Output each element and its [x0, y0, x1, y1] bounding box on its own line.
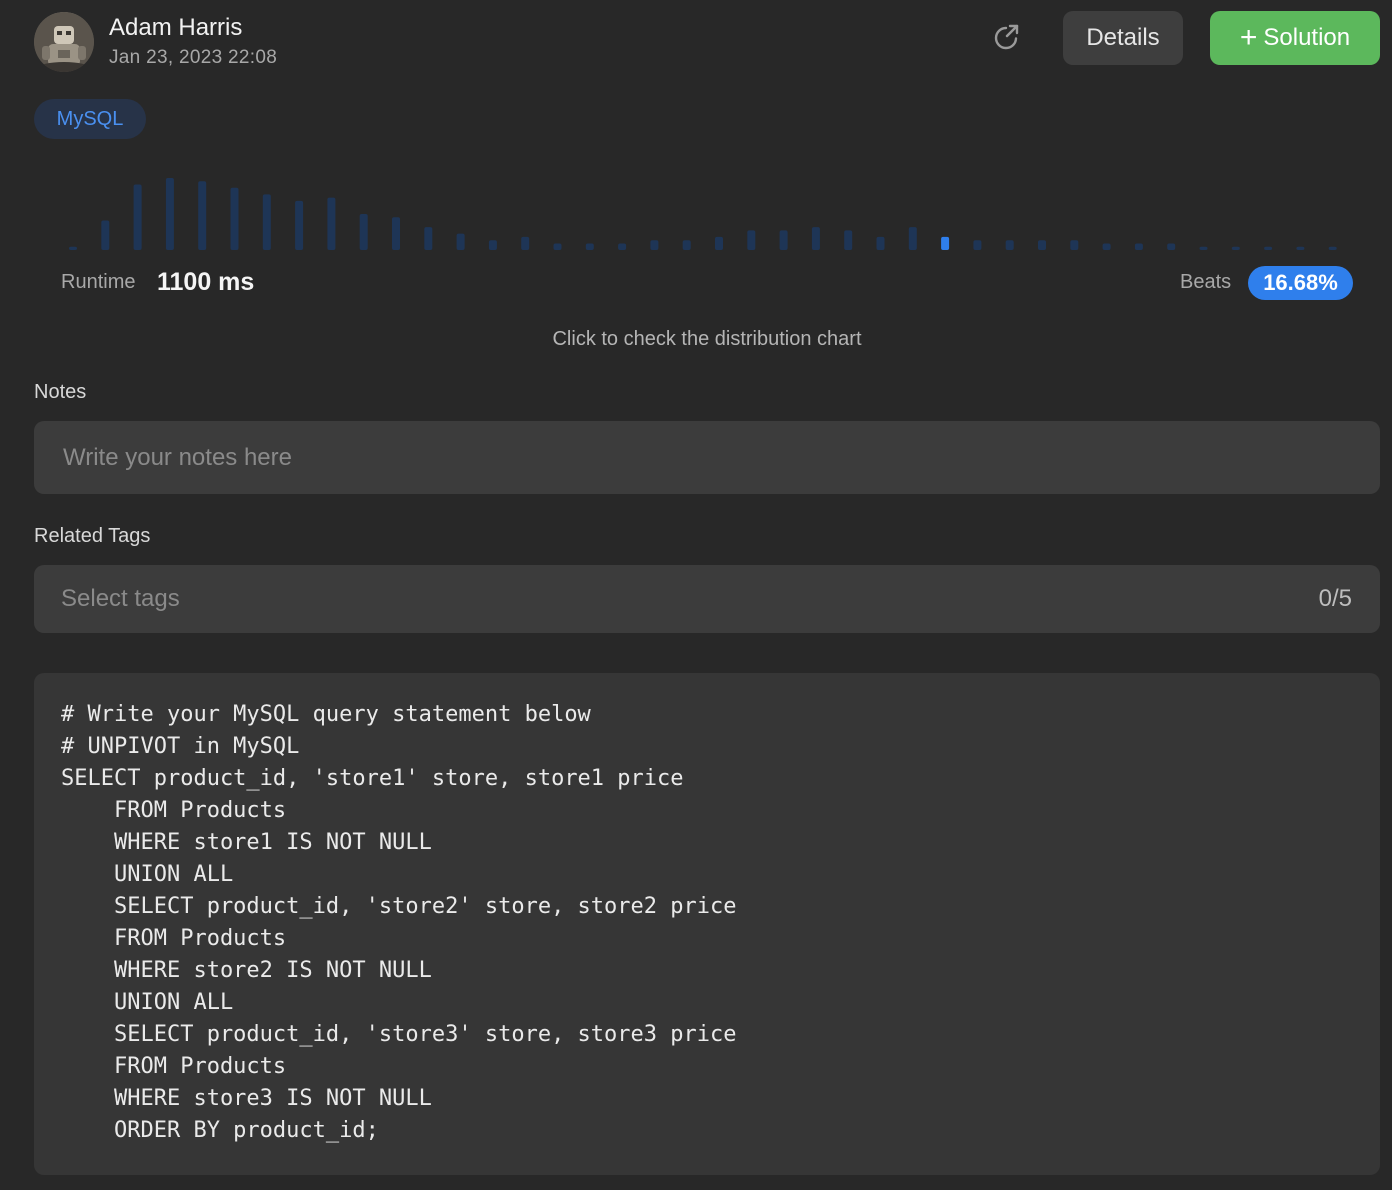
distribution-bar — [844, 230, 853, 250]
distribution-bar — [198, 181, 207, 250]
distribution-bar — [101, 220, 110, 250]
share-icon[interactable] — [992, 22, 1022, 52]
distribution-bar — [359, 214, 368, 250]
distribution-bar — [69, 246, 77, 250]
code-line: FROM Products — [61, 1054, 287, 1079]
distribution-bar — [1038, 240, 1046, 250]
distribution-bar — [1296, 246, 1305, 250]
code-line: SELECT product_id, 'store1' store, store… — [61, 766, 684, 791]
plus-icon: + — [1239, 21, 1258, 54]
notes-label: Notes — [34, 381, 87, 403]
user-name[interactable]: Adam Harris — [109, 14, 242, 42]
distribution-bar — [876, 236, 885, 250]
distribution-bar — [715, 236, 723, 250]
distribution-bar — [521, 236, 530, 250]
code-line: WHERE store3 IS NOT NULL — [61, 1086, 432, 1111]
distribution-bar — [1264, 246, 1273, 250]
runtime-label: Runtime — [61, 271, 136, 293]
distribution-bar — [456, 233, 465, 250]
distribution-bar — [1328, 246, 1337, 250]
details-button[interactable]: Details — [1063, 11, 1183, 65]
beats-percentage-badge: 16.68% — [1248, 266, 1353, 300]
distribution-bar — [165, 178, 174, 250]
distribution-bar — [424, 227, 433, 250]
distribution-bar — [1005, 240, 1014, 250]
distribution-bar — [618, 243, 627, 250]
runtime-value: 1100 ms — [157, 268, 255, 296]
distribution-bar — [585, 243, 594, 250]
code-line: SELECT product_id, 'store3' store, store… — [61, 1022, 737, 1047]
beats-label: Beats — [1180, 271, 1232, 293]
distribution-bar — [682, 240, 691, 250]
solution-button[interactable]: + Solution — [1210, 11, 1380, 65]
solution-button-label: Solution — [1263, 24, 1351, 51]
code-line: UNION ALL — [61, 862, 234, 887]
avatar[interactable] — [34, 12, 94, 72]
code-line: WHERE store2 IS NOT NULL — [61, 958, 432, 983]
distribution-bar — [1102, 243, 1111, 250]
tags-placeholder: Select tags — [61, 585, 180, 612]
distribution-bar — [1134, 243, 1143, 250]
distribution-bar — [1231, 246, 1240, 250]
distribution-bar — [488, 240, 497, 250]
avatar-image — [34, 12, 94, 72]
related-tags-label: Related Tags — [34, 525, 151, 547]
code-line: WHERE store1 IS NOT NULL — [61, 830, 432, 855]
distribution-bar — [973, 240, 982, 250]
code-line: UNION ALL — [61, 990, 234, 1015]
distribution-chart-hint[interactable]: Click to check the distribution chart — [34, 328, 1380, 351]
distribution-bar — [650, 240, 659, 250]
distribution-bar — [747, 230, 756, 250]
notes-input[interactable] — [34, 421, 1380, 494]
distribution-bar — [1167, 243, 1176, 250]
distribution-bar-current — [941, 236, 950, 250]
distribution-bar — [908, 227, 917, 250]
code-line: SELECT product_id, 'store2' store, store… — [61, 894, 737, 919]
distribution-bar — [779, 230, 788, 250]
distribution-bar — [1070, 240, 1079, 250]
code-line: # UNPIVOT in MySQL — [61, 734, 300, 759]
tags-count: 0/5 — [1318, 585, 1352, 612]
language-badge[interactable]: MySQL — [34, 99, 146, 139]
submission-header: Adam Harris Jan 23, 2023 22:08 Details +… — [34, 10, 1380, 72]
submission-date: Jan 23, 2023 22:08 — [109, 47, 278, 68]
code-line: ORDER BY product_id; — [61, 1118, 379, 1143]
code-line: FROM Products — [61, 926, 287, 951]
tags-select[interactable]: Select tags 0/5 — [34, 565, 1380, 633]
distribution-bar — [133, 184, 142, 250]
distribution-bar — [262, 194, 271, 250]
runtime-distribution-chart[interactable] — [34, 160, 1380, 256]
code-block[interactable]: # Write your MySQL query statement below… — [34, 673, 1380, 1175]
code-line: FROM Products — [61, 798, 287, 823]
code-line: # Write your MySQL query statement below — [61, 702, 591, 727]
distribution-bar — [392, 217, 400, 250]
distribution-bar — [553, 243, 562, 250]
distribution-bar — [230, 187, 239, 250]
distribution-bar — [1199, 246, 1208, 250]
distribution-bar — [295, 200, 304, 250]
distribution-bar — [811, 227, 820, 250]
distribution-bar — [327, 197, 336, 250]
